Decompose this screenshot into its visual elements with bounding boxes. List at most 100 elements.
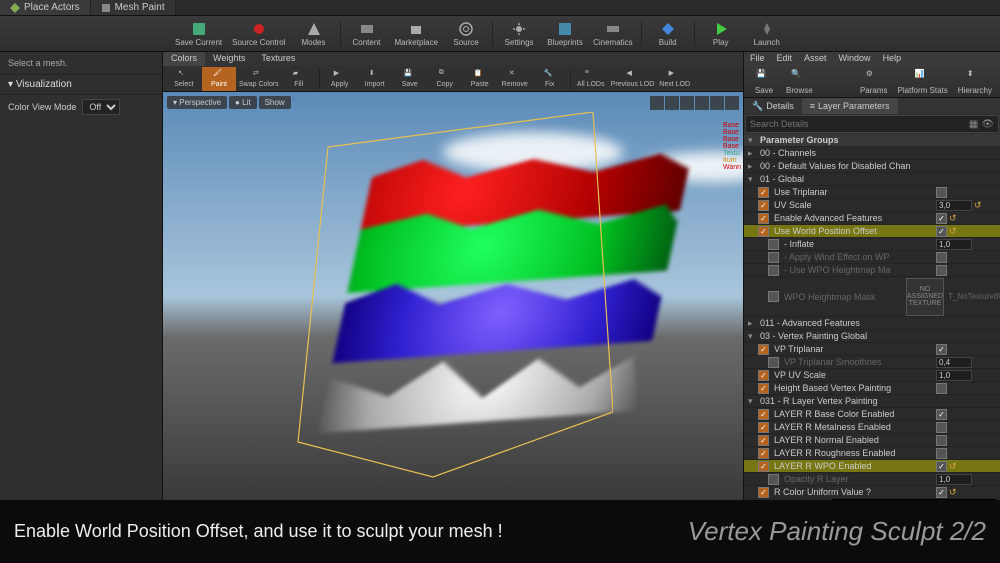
texture-preview[interactable]: NO ASSIGNED TEXTURE <box>906 278 944 316</box>
reset-icon[interactable]: ↺ <box>949 461 957 472</box>
tool-prev-lod[interactable]: ◀Previous LOD <box>609 67 657 91</box>
search-input[interactable] <box>750 119 969 129</box>
settings-button[interactable]: Settings <box>497 17 541 51</box>
content-button[interactable]: Content <box>345 17 389 51</box>
expand-icon[interactable]: ▸ <box>748 318 758 329</box>
val-wind[interactable] <box>936 252 947 263</box>
val-r-normal[interactable] <box>936 435 947 446</box>
viewport-3d[interactable]: ▾ Perspective ● Lit Show <box>163 92 743 500</box>
tab-details[interactable]: 🔧Details <box>744 98 802 114</box>
tab-mesh-paint[interactable]: Mesh Paint <box>91 0 176 15</box>
check-r-uni[interactable] <box>758 487 769 498</box>
val-use-triplanar[interactable] <box>936 187 947 198</box>
val-vp-tri[interactable] <box>936 344 947 355</box>
tool-swap-colors[interactable]: ⇄Swap Colors <box>237 67 281 91</box>
mat-browse-button[interactable]: 🔍Browse <box>782 65 817 99</box>
tool-fix[interactable]: 🔧Fix <box>533 67 567 91</box>
val-r-base[interactable] <box>936 409 947 420</box>
check-wind[interactable] <box>768 252 779 263</box>
input-vp-tri-sm[interactable] <box>936 357 972 368</box>
group-r-layer[interactable]: 031 - R Layer Vertex Painting <box>758 396 996 406</box>
group-channels[interactable]: 00 - Channels <box>758 148 996 158</box>
check-vp-uv[interactable] <box>758 370 769 381</box>
check-r-metal[interactable] <box>758 422 769 433</box>
check-uv-scale[interactable] <box>758 200 769 211</box>
tool-fill[interactable]: ▰Fill <box>282 67 316 91</box>
tool-save[interactable]: 💾Save <box>393 67 427 91</box>
check-wpo-mask[interactable] <box>768 291 779 302</box>
expand-icon[interactable]: ▾ <box>748 174 758 185</box>
input-vp-uv[interactable] <box>936 370 972 381</box>
mat-save-button[interactable]: 💾Save <box>748 65 780 99</box>
viewmode-perspective[interactable]: ▾ Perspective <box>167 96 227 109</box>
subtab-colors[interactable]: Colors <box>163 52 205 66</box>
search-options-icon[interactable]: ▦👁 <box>969 119 994 130</box>
group-global[interactable]: 01 - Global <box>758 174 996 184</box>
input-uv-scale[interactable] <box>936 200 972 211</box>
reset-icon[interactable]: ↺ <box>949 487 957 498</box>
expand-icon[interactable]: ▾ <box>748 331 758 342</box>
check-vp-tri[interactable] <box>758 344 769 355</box>
val-wpo-hm[interactable] <box>936 265 947 276</box>
expand-icon[interactable]: ▾ <box>748 396 758 407</box>
vp-gizmo-1[interactable] <box>650 96 664 110</box>
expand-icon[interactable]: ▾ <box>748 135 758 146</box>
modes-button[interactable]: Modes <box>292 17 336 51</box>
check-use-triplanar[interactable] <box>758 187 769 198</box>
val-r-rough[interactable] <box>936 448 947 459</box>
launch-button[interactable]: Launch <box>745 17 789 51</box>
subtab-weights[interactable]: Weights <box>205 52 253 66</box>
vp-gizmo-4[interactable] <box>695 96 709 110</box>
val-use-wpo[interactable] <box>936 226 947 237</box>
play-button[interactable]: Play <box>699 17 743 51</box>
cinematics-button[interactable]: Cinematics <box>589 17 637 51</box>
check-r-base[interactable] <box>758 409 769 420</box>
check-hbvp[interactable] <box>758 383 769 394</box>
parameter-tree[interactable]: ▾Parameter Groups ▸00 - Channels ▸00 - D… <box>744 134 1000 500</box>
vp-gizmo-2[interactable] <box>665 96 679 110</box>
check-r-opac[interactable] <box>768 474 779 485</box>
val-r-metal[interactable] <box>936 422 947 433</box>
tool-next-lod[interactable]: ▶Next LOD <box>657 67 692 91</box>
tool-apply[interactable]: ▶Apply <box>323 67 357 91</box>
check-r-rough[interactable] <box>758 448 769 459</box>
check-use-wpo[interactable] <box>758 226 769 237</box>
input-r-opac[interactable] <box>936 474 972 485</box>
build-button[interactable]: Build <box>646 17 690 51</box>
reset-icon[interactable]: ↺ <box>974 200 982 211</box>
source-button[interactable]: Source <box>444 17 488 51</box>
val-enable-adv[interactable] <box>936 213 947 224</box>
tool-paint[interactable]: 🖌Paint <box>202 67 236 91</box>
check-r-wpo[interactable] <box>758 461 769 472</box>
expand-icon[interactable]: ▸ <box>748 148 758 159</box>
subtab-textures[interactable]: Textures <box>253 52 303 66</box>
val-r-uni[interactable] <box>936 487 947 498</box>
blueprints-button[interactable]: Blueprints <box>543 17 587 51</box>
vp-gizmo-3[interactable] <box>680 96 694 110</box>
vp-gizmo-6[interactable] <box>725 96 739 110</box>
save-current-button[interactable]: Save Current <box>171 17 226 51</box>
check-vp-tri-sm[interactable] <box>768 357 779 368</box>
tab-place-actors[interactable]: Place Actors <box>0 0 91 15</box>
viewmode-show[interactable]: Show <box>259 96 291 109</box>
tool-paste[interactable]: 📋Paste <box>463 67 497 91</box>
val-r-wpo[interactable] <box>936 461 947 472</box>
viewmode-lit[interactable]: ● Lit <box>229 96 257 109</box>
reset-icon[interactable]: ↺ <box>949 213 957 224</box>
group-defaults[interactable]: 00 - Default Values for Disabled Chan <box>758 161 996 171</box>
mat-params-button[interactable]: ⚙Params <box>856 65 892 99</box>
group-vp-global[interactable]: 03 - Vertex Painting Global <box>758 331 996 341</box>
check-inflate[interactable] <box>768 239 779 250</box>
check-r-normal[interactable] <box>758 435 769 446</box>
source-control-button[interactable]: Source Control <box>228 17 289 51</box>
tab-layer-parameters[interactable]: ≡Layer Parameters <box>802 98 898 114</box>
tool-import[interactable]: ⬇Import <box>358 67 392 91</box>
tool-copy[interactable]: ⧉Copy <box>428 67 462 91</box>
visualization-section[interactable]: ▾ Visualization <box>0 75 162 95</box>
vp-gizmo-5[interactable] <box>710 96 724 110</box>
tool-all-lods[interactable]: ≡All LODs <box>574 67 608 91</box>
color-view-mode-select[interactable]: Off <box>82 99 120 115</box>
mat-platform-stats-button[interactable]: 📊Platform Stats <box>894 65 952 99</box>
input-inflate[interactable] <box>936 239 972 250</box>
mat-hierarchy-button[interactable]: ⬍Hierarchy <box>954 65 996 99</box>
